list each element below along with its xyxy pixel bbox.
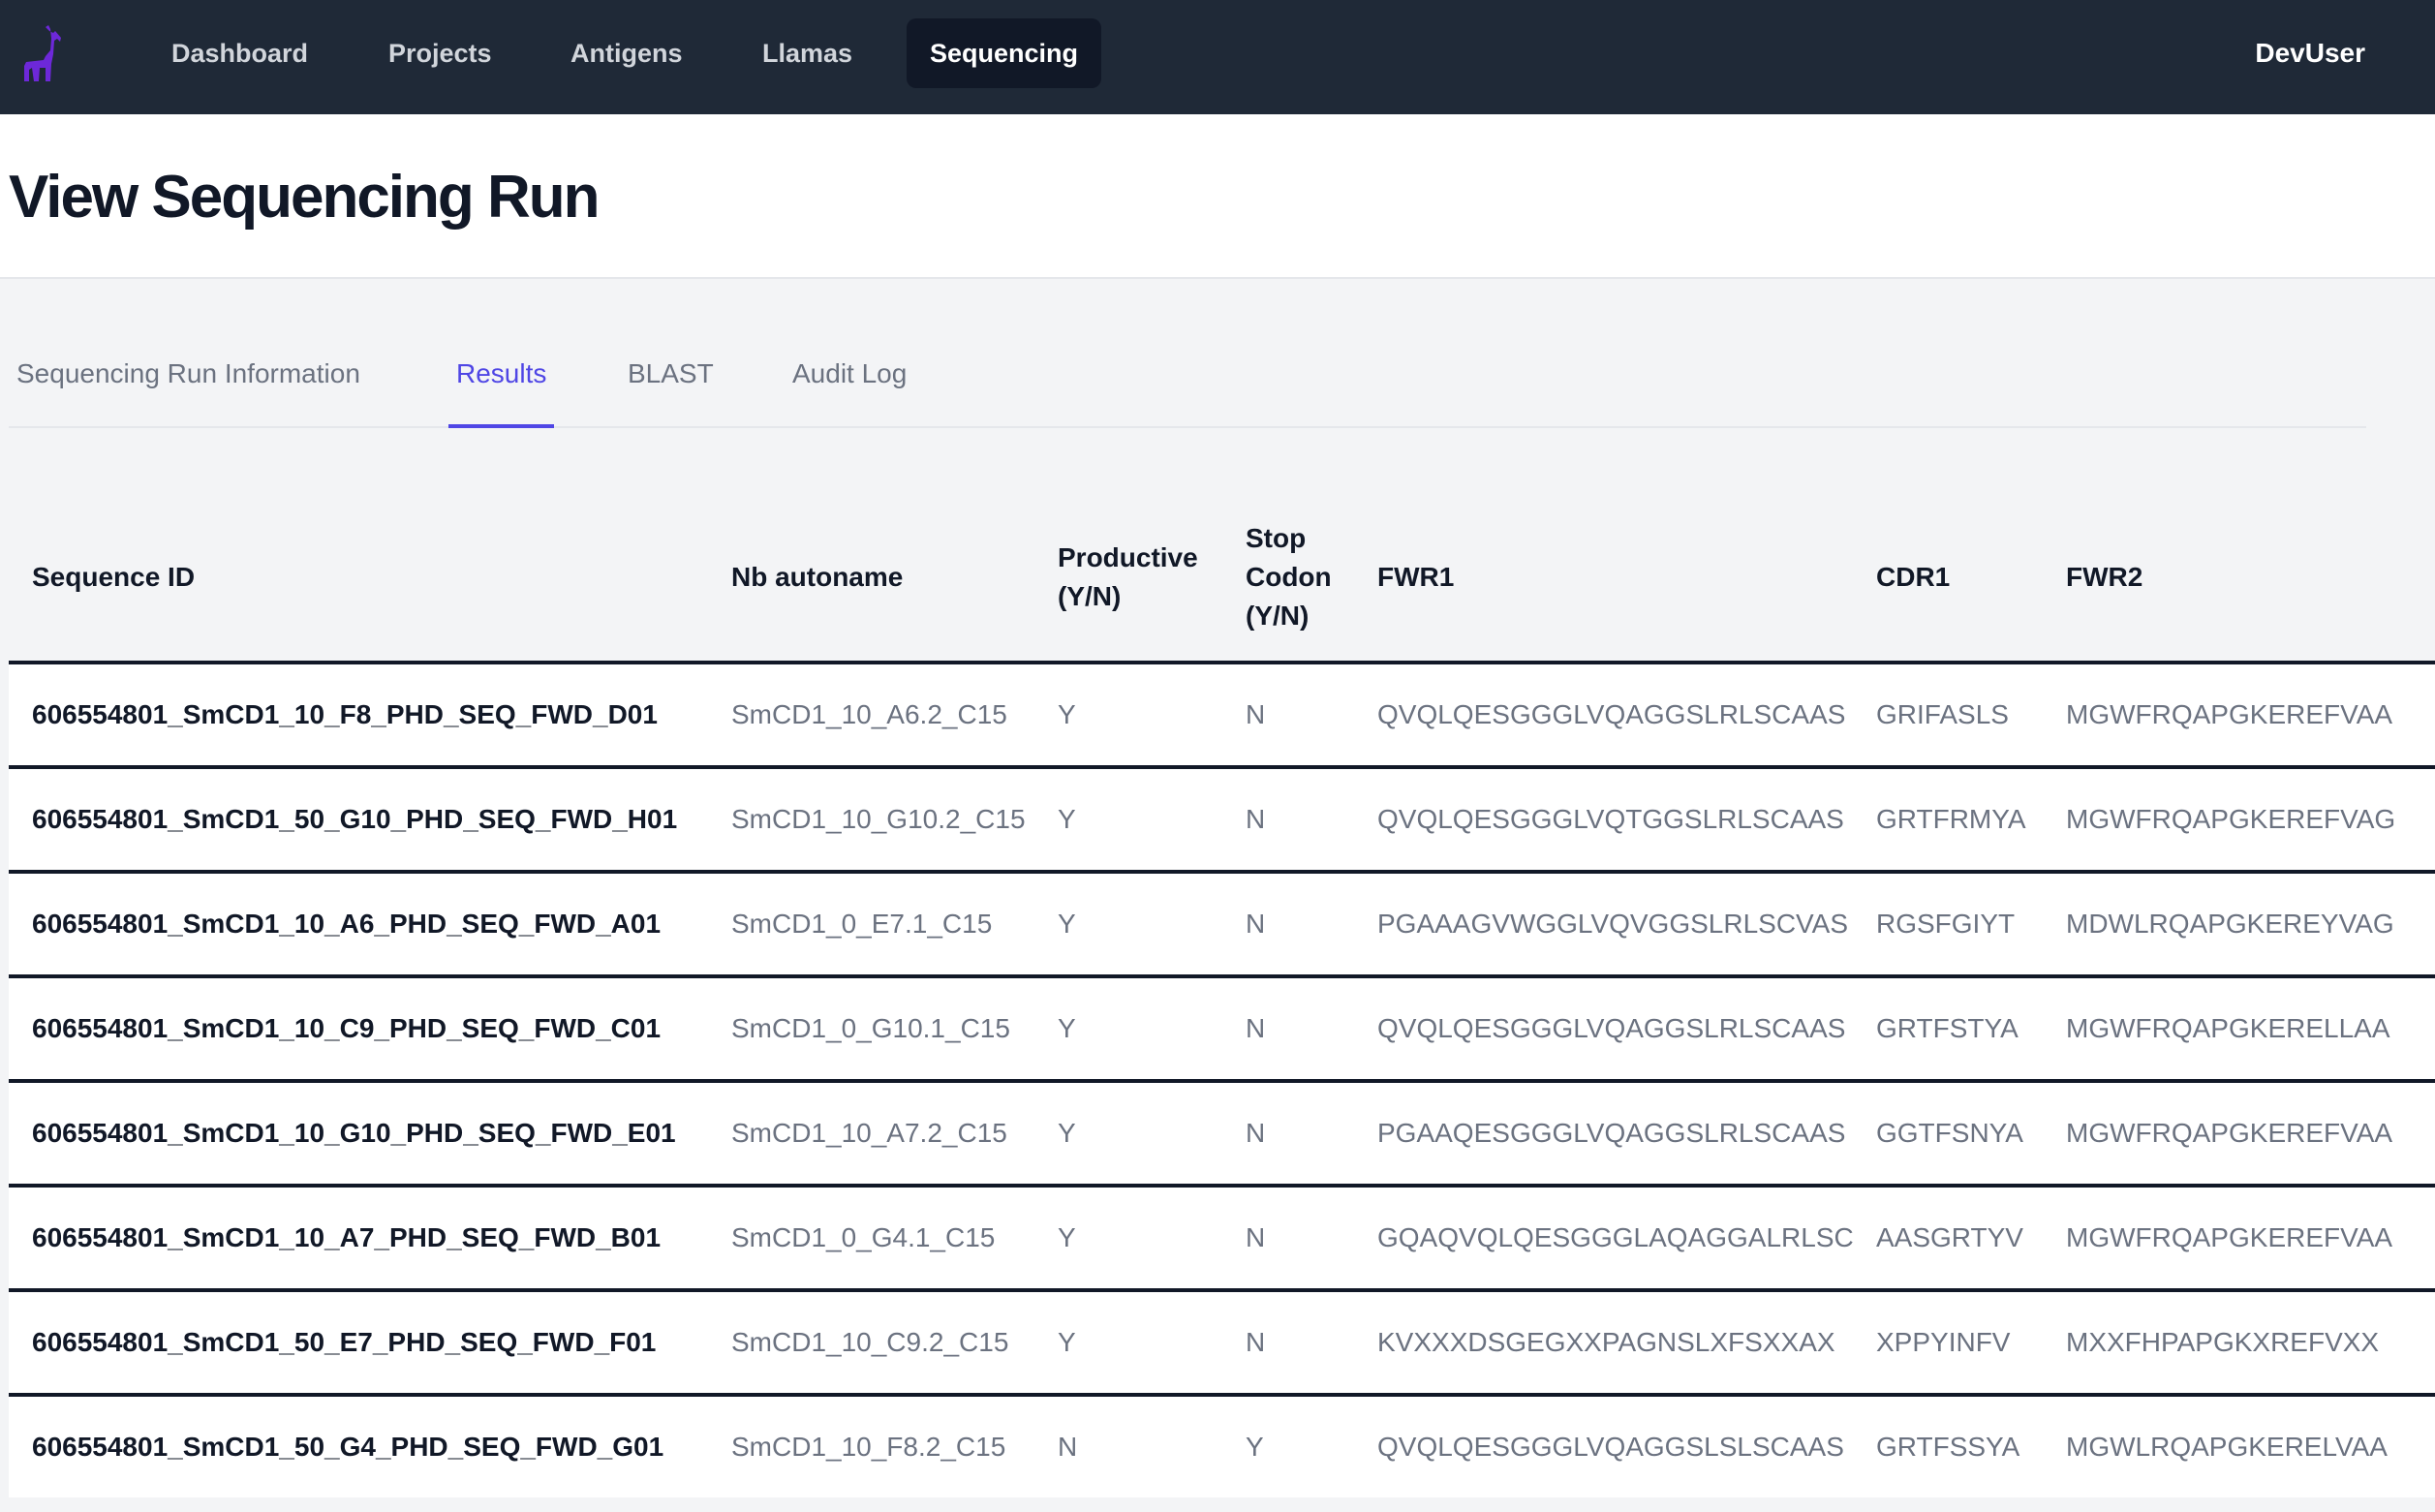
nav-dashboard[interactable]: Dashboard xyxy=(148,18,331,88)
cell-stop-codon: N xyxy=(1222,663,1354,769)
cell-sequence-id: 606554801_SmCD1_10_A7_PHD_SEQ_FWD_B01 xyxy=(9,1186,708,1292)
header-text: Productive xyxy=(1058,542,1198,572)
tab-sequencing-run-information[interactable]: Sequencing Run Information xyxy=(16,355,360,424)
cell-fwr2: MGWLRQAPGKERELVAA xyxy=(2043,1395,2435,1497)
cell-nb-autoname: SmCD1_10_C9.2_C15 xyxy=(708,1290,1034,1397)
tab-results[interactable]: Results xyxy=(448,355,555,428)
nav-llamas[interactable]: Llamas xyxy=(739,18,876,88)
cell-fwr1: QVQLQESGGGLVQTGGSLRLSCAAS xyxy=(1354,767,1853,874)
table-row[interactable]: 606554801_SmCD1_50_E7_PHD_SEQ_FWD_F01 Sm… xyxy=(9,1290,2435,1397)
column-header-cdr1[interactable]: CDR1 xyxy=(1853,494,2043,664)
header-text: (Y/N) xyxy=(1246,601,1310,631)
cell-sequence-id: 606554801_SmCD1_10_C9_PHD_SEQ_FWD_C01 xyxy=(9,976,708,1083)
cell-fwr2: MDWLRQAPGKEREYVAG xyxy=(2043,872,2435,978)
cell-nb-autoname: SmCD1_10_G10.2_C15 xyxy=(708,767,1034,874)
page-title: View Sequencing Run xyxy=(9,164,601,231)
cell-fwr1: QVQLQESGGGLVQAGGSLRLSCAAS xyxy=(1354,663,1853,769)
cell-productive: Y xyxy=(1034,663,1222,769)
cell-cdr1: AASGRTYV xyxy=(1853,1186,2043,1292)
cell-stop-codon: N xyxy=(1222,976,1354,1083)
cell-cdr1: GRTFSTYA xyxy=(1853,976,2043,1083)
user-menu[interactable]: DevUser xyxy=(2255,18,2365,88)
cell-productive: Y xyxy=(1034,1186,1222,1292)
nav-sequencing[interactable]: Sequencing xyxy=(907,18,1102,88)
column-header-nb-autoname[interactable]: Nb autoname xyxy=(708,494,1034,664)
cell-cdr1: GRTFRMYA xyxy=(1853,767,2043,874)
cell-stop-codon: N xyxy=(1222,1186,1354,1292)
cell-nb-autoname: SmCD1_10_A6.2_C15 xyxy=(708,663,1034,769)
table-row[interactable]: 606554801_SmCD1_10_A7_PHD_SEQ_FWD_B01 Sm… xyxy=(9,1186,2435,1292)
nav-antigens[interactable]: Antigens xyxy=(547,18,706,88)
cell-fwr2: MGWFRQAPGKEREFVAA xyxy=(2043,663,2435,769)
tab-blast[interactable]: BLAST xyxy=(628,355,714,424)
cell-nb-autoname: SmCD1_0_G10.1_C15 xyxy=(708,976,1034,1083)
cell-fwr1: QVQLQESGGGLVQAGGSLRLSCAAS xyxy=(1354,976,1853,1083)
cell-fwr1: KVXXXDSGEGXXPAGNSLXFSXXAX xyxy=(1354,1290,1853,1397)
cell-fwr1: PGAAQESGGGLVQAGGSLRLSCAAS xyxy=(1354,1081,1853,1188)
table-row[interactable]: 606554801_SmCD1_50_G4_PHD_SEQ_FWD_G01 Sm… xyxy=(9,1395,2435,1497)
top-navbar: Dashboard Projects Antigens Llamas Seque… xyxy=(0,0,2435,114)
cell-fwr2: MGWFRQAPGKEREFVAA xyxy=(2043,1081,2435,1188)
results-table: Sequence ID Nb autoname Productive (Y/N) … xyxy=(9,494,2435,1497)
table-row[interactable]: 606554801_SmCD1_10_A6_PHD_SEQ_FWD_A01 Sm… xyxy=(9,872,2435,978)
cell-productive: Y xyxy=(1034,767,1222,874)
cell-fwr1: PGAAAGVWGGLVQVGGSLRLSCVAS xyxy=(1354,872,1853,978)
table-row[interactable]: 606554801_SmCD1_10_F8_PHD_SEQ_FWD_D01 Sm… xyxy=(9,663,2435,769)
cell-nb-autoname: SmCD1_10_A7.2_C15 xyxy=(708,1081,1034,1188)
column-header-stop-codon[interactable]: Stop Codon (Y/N) xyxy=(1222,494,1354,664)
cell-stop-codon: Y xyxy=(1222,1395,1354,1497)
cell-cdr1: XPPYINFV xyxy=(1853,1290,2043,1397)
llama-icon[interactable] xyxy=(16,25,63,83)
cell-fwr2: MXXFHPAPGKXREFVXX xyxy=(2043,1290,2435,1397)
cell-sequence-id: 606554801_SmCD1_50_E7_PHD_SEQ_FWD_F01 xyxy=(9,1290,708,1397)
cell-productive: Y xyxy=(1034,1290,1222,1397)
column-header-fwr2[interactable]: FWR2 xyxy=(2043,494,2435,664)
cell-sequence-id: 606554801_SmCD1_10_F8_PHD_SEQ_FWD_D01 xyxy=(9,663,708,769)
cell-sequence-id: 606554801_SmCD1_10_G10_PHD_SEQ_FWD_E01 xyxy=(9,1081,708,1188)
cell-productive: Y xyxy=(1034,1081,1222,1188)
cell-fwr2: MGWFRQAPGKERELLAA xyxy=(2043,976,2435,1083)
table-row[interactable]: 606554801_SmCD1_10_C9_PHD_SEQ_FWD_C01 Sm… xyxy=(9,976,2435,1083)
tab-bar: Sequencing Run Information Results BLAST… xyxy=(9,329,2366,428)
cell-fwr1: GQAQVQLQESGGGLAQAGGALRLSC xyxy=(1354,1186,1853,1292)
cell-fwr2: MGWFRQAPGKEREFVAA xyxy=(2043,1186,2435,1292)
column-header-sequence-id[interactable]: Sequence ID xyxy=(9,494,708,664)
cell-stop-codon: N xyxy=(1222,767,1354,874)
tab-audit-log[interactable]: Audit Log xyxy=(792,355,907,424)
cell-sequence-id: 606554801_SmCD1_10_A6_PHD_SEQ_FWD_A01 xyxy=(9,872,708,978)
cell-productive: Y xyxy=(1034,976,1222,1083)
column-header-productive[interactable]: Productive (Y/N) xyxy=(1034,494,1222,664)
cell-productive: N xyxy=(1034,1395,1222,1497)
page-header: View Sequencing Run xyxy=(0,114,2435,279)
cell-fwr2: MGWFRQAPGKEREFVAG xyxy=(2043,767,2435,874)
header-text: (Y/N) xyxy=(1058,581,1122,611)
cell-stop-codon: N xyxy=(1222,1290,1354,1397)
table-row[interactable]: 606554801_SmCD1_10_G10_PHD_SEQ_FWD_E01 S… xyxy=(9,1081,2435,1188)
header-text: Codon xyxy=(1246,562,1332,592)
cell-cdr1: GRIFASLS xyxy=(1853,663,2043,769)
table-header-row: Sequence ID Nb autoname Productive (Y/N) … xyxy=(9,494,2435,664)
cell-nb-autoname: SmCD1_10_F8.2_C15 xyxy=(708,1395,1034,1497)
column-header-fwr1[interactable]: FWR1 xyxy=(1354,494,1853,664)
cell-cdr1: RGSFGIYT xyxy=(1853,872,2043,978)
cell-sequence-id: 606554801_SmCD1_50_G10_PHD_SEQ_FWD_H01 xyxy=(9,767,708,874)
header-text: Stop xyxy=(1246,523,1307,553)
cell-nb-autoname: SmCD1_0_G4.1_C15 xyxy=(708,1186,1034,1292)
nav-projects[interactable]: Projects xyxy=(365,18,515,88)
table-row[interactable]: 606554801_SmCD1_50_G10_PHD_SEQ_FWD_H01 S… xyxy=(9,767,2435,874)
cell-sequence-id: 606554801_SmCD1_50_G4_PHD_SEQ_FWD_G01 xyxy=(9,1395,708,1497)
cell-stop-codon: N xyxy=(1222,1081,1354,1188)
cell-cdr1: GGTFSNYA xyxy=(1853,1081,2043,1188)
cell-stop-codon: N xyxy=(1222,872,1354,978)
cell-cdr1: GRTFSSYA xyxy=(1853,1395,2043,1497)
cell-nb-autoname: SmCD1_0_E7.1_C15 xyxy=(708,872,1034,978)
cell-fwr1: QVQLQESGGGLVQAGGSLSLSCAAS xyxy=(1354,1395,1853,1497)
cell-productive: Y xyxy=(1034,872,1222,978)
